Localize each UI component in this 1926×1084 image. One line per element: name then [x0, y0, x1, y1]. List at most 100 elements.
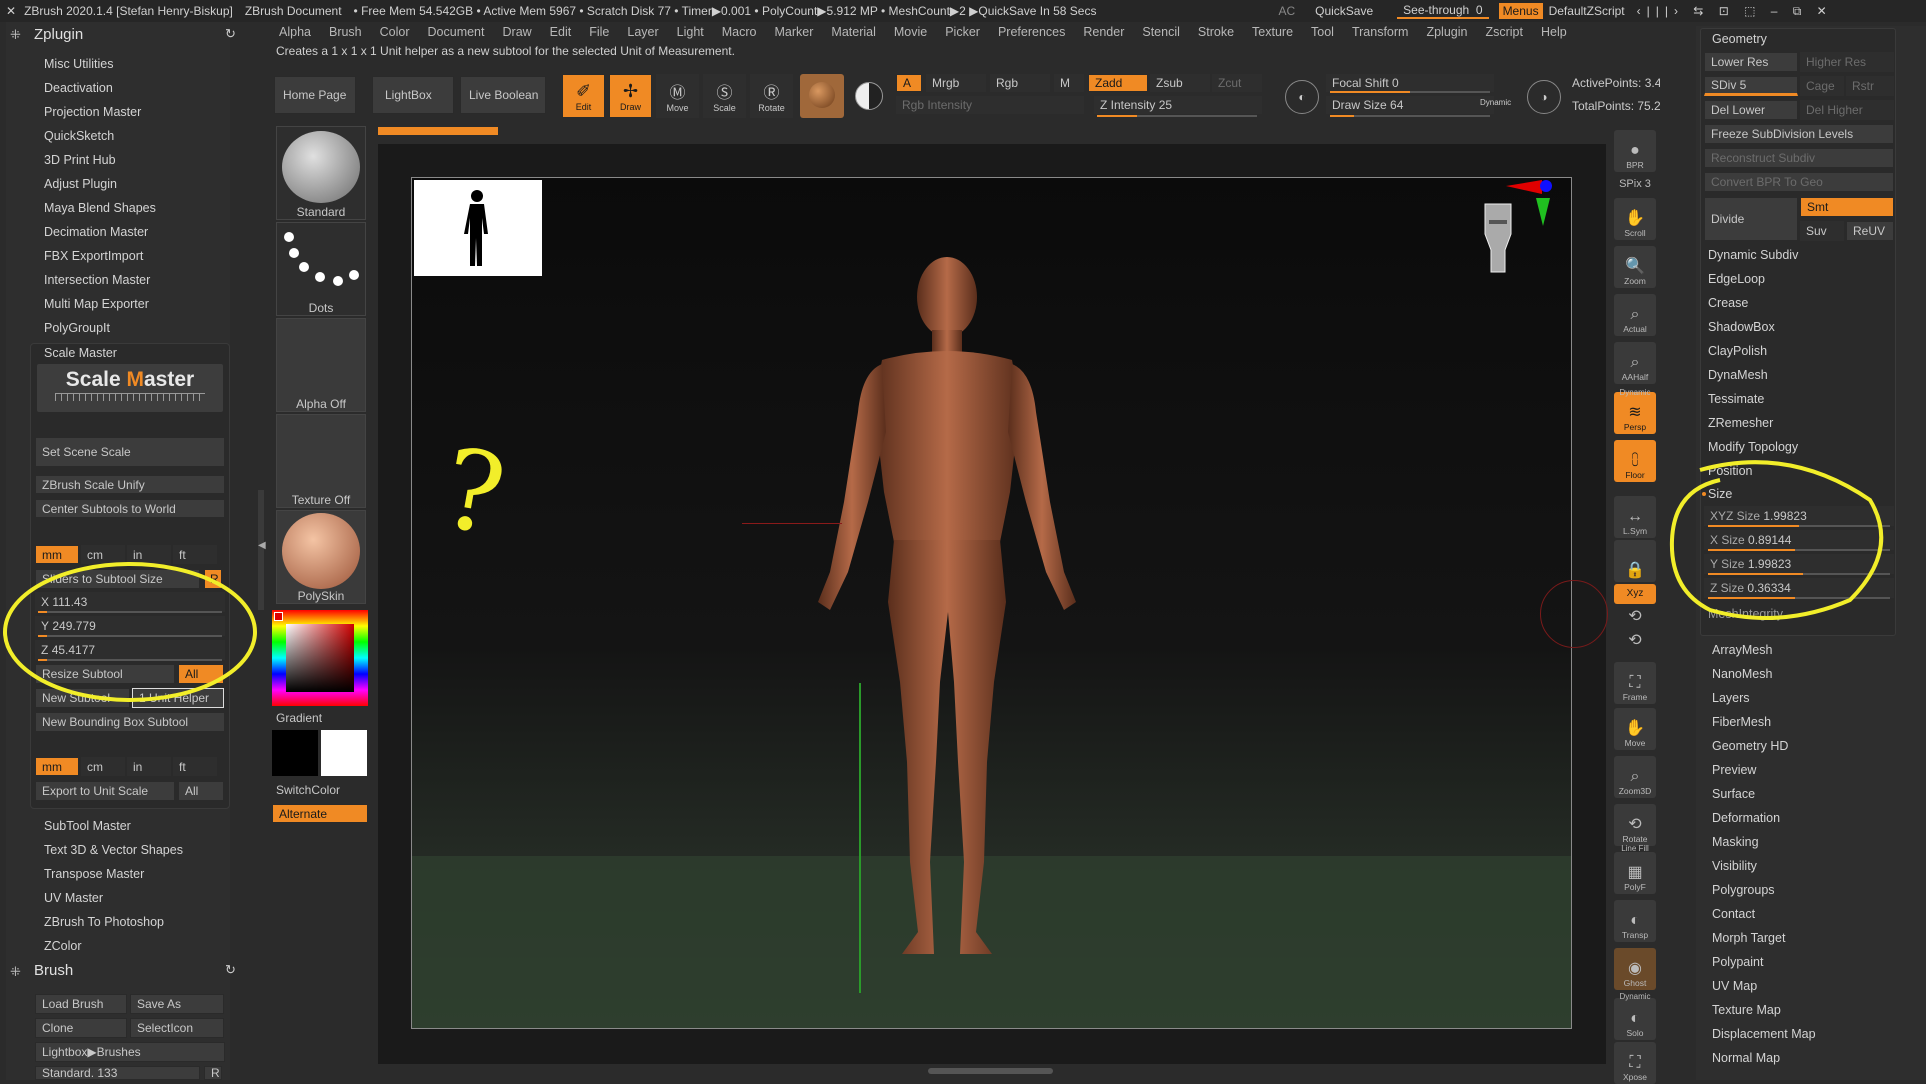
- geometry-item-polygroups[interactable]: Polygroups: [1712, 883, 1775, 897]
- geometry-item-masking[interactable]: Masking: [1712, 835, 1759, 849]
- frame-button[interactable]: ⛶ Frame: [1614, 662, 1656, 704]
- xyz-button[interactable]: Xyz: [1614, 584, 1656, 604]
- geometry-item-layers[interactable]: Layers: [1712, 691, 1750, 705]
- geometry-item-crease[interactable]: Crease: [1708, 296, 1748, 310]
- lightbox-button[interactable]: LightBox: [372, 76, 454, 114]
- tray-arrow-icon[interactable]: ◀: [258, 540, 266, 551]
- convert-bpr-button[interactable]: Convert BPR To Geo: [1704, 172, 1894, 192]
- spix-button[interactable]: SPix 3: [1614, 176, 1656, 194]
- menu-draw[interactable]: Draw: [494, 25, 541, 39]
- move-tool-button[interactable]: Ⓜ Move: [656, 74, 699, 118]
- plugin-item-maya-blend-shapes[interactable]: Maya Blend Shapes: [44, 201, 156, 215]
- menu-document[interactable]: Document: [419, 25, 494, 39]
- rotate-button[interactable]: ⟲ Rotate: [1614, 804, 1656, 846]
- export-unit-ft-button[interactable]: ft: [173, 757, 217, 776]
- main-color-swatch[interactable]: [272, 730, 318, 776]
- menu-macro[interactable]: Macro: [713, 25, 766, 39]
- ghost-button[interactable]: ◉ Ghost: [1614, 948, 1656, 990]
- live-boolean-button[interactable]: Live Boolean: [460, 76, 546, 114]
- menu-brush[interactable]: Brush: [320, 25, 371, 39]
- rgb-intensity-slider[interactable]: Rgb Intensity: [896, 96, 1084, 114]
- sdiv-slider[interactable]: SDiv 5: [1704, 76, 1798, 96]
- mrgb-button[interactable]: Mrgb: [926, 74, 986, 92]
- alternate-button[interactable]: Alternate: [272, 804, 368, 823]
- menu-light[interactable]: Light: [668, 25, 713, 39]
- zoom-button[interactable]: 🔍 Zoom: [1614, 246, 1656, 288]
- plugin-item-decimation-master[interactable]: Decimation Master: [44, 225, 148, 239]
- m-button[interactable]: M: [1054, 74, 1084, 92]
- geometry-item-deformation[interactable]: Deformation: [1712, 811, 1780, 825]
- geometry-item-uv-map[interactable]: UV Map: [1712, 979, 1757, 993]
- brush-refresh-icon[interactable]: ↻: [225, 962, 236, 978]
- ac-label[interactable]: AC: [1272, 4, 1301, 18]
- switch-color-button[interactable]: SwitchColor: [276, 783, 340, 797]
- geometry-item-displacement-map[interactable]: Displacement Map: [1712, 1027, 1816, 1041]
- menu-transform[interactable]: Transform: [1343, 25, 1418, 39]
- material-sphere-button[interactable]: [800, 74, 844, 118]
- move-button[interactable]: ✋ Move: [1614, 708, 1656, 750]
- geometry-item-nanomesh[interactable]: NanoMesh: [1712, 667, 1772, 681]
- menu-render[interactable]: Render: [1074, 25, 1133, 39]
- center-subtools-button[interactable]: Center Subtools to World: [35, 499, 225, 518]
- rstr-button[interactable]: Rstr: [1846, 76, 1894, 96]
- lsym-button[interactable]: ↔ L.Sym: [1614, 496, 1656, 538]
- higher-res-button[interactable]: Higher Res: [1800, 52, 1894, 72]
- focal-shift-slider[interactable]: Focal Shift 0: [1326, 74, 1494, 92]
- divide-button[interactable]: Divide: [1704, 197, 1798, 241]
- plugin-item-uv-master[interactable]: UV Master: [44, 891, 103, 905]
- a-button[interactable]: A: [896, 74, 922, 92]
- axis-gizmo-icon[interactable]: [1500, 178, 1560, 238]
- solo-button[interactable]: ◐ Solo: [1614, 998, 1656, 1040]
- reconstruct-subdiv-button[interactable]: Reconstruct Subdiv: [1704, 148, 1894, 168]
- color-swatch-icon[interactable]: [855, 82, 883, 110]
- export-to-unit-scale-button[interactable]: Export to Unit Scale: [35, 781, 175, 801]
- cage-button[interactable]: Cage: [1800, 76, 1844, 96]
- color-picker[interactable]: [272, 610, 368, 706]
- quicksave-button[interactable]: QuickSave: [1309, 4, 1379, 18]
- plugin-item-transpose-master[interactable]: Transpose Master: [44, 867, 144, 881]
- plugin-item-fbx-exportimport[interactable]: FBX ExportImport: [44, 249, 143, 263]
- menu-picker[interactable]: Picker: [936, 25, 989, 39]
- brush-r-button[interactable]: R: [204, 1066, 222, 1080]
- bpr-button[interactable]: ● BPR: [1614, 130, 1656, 172]
- transp-button[interactable]: ◐ Transp: [1614, 900, 1656, 942]
- dynamic-label[interactable]: Dynamic: [1480, 98, 1511, 107]
- brush-palette-title[interactable]: Brush: [34, 962, 73, 979]
- suv-button[interactable]: Suv: [1800, 221, 1844, 241]
- del-lower-button[interactable]: Del Lower: [1704, 100, 1798, 120]
- plugin-item-zbrush-to-photoshop[interactable]: ZBrush To Photoshop: [44, 915, 164, 929]
- geometry-item-normal-map[interactable]: Normal Map: [1712, 1051, 1780, 1065]
- menu-texture[interactable]: Texture: [1243, 25, 1302, 39]
- plugin-item-misc-utilities[interactable]: Misc Utilities: [44, 57, 113, 71]
- geometry-item-visibility[interactable]: Visibility: [1712, 859, 1757, 873]
- secondary-color-swatch[interactable]: [321, 730, 367, 776]
- freeze-subdivision-button[interactable]: Freeze SubDivision Levels: [1704, 124, 1894, 144]
- persp-button[interactable]: ≋ Persp: [1614, 392, 1656, 434]
- plugin-item-adjust-plugin[interactable]: Adjust Plugin: [44, 177, 117, 191]
- rgb-button[interactable]: Rgb: [990, 74, 1050, 92]
- geometry-item-surface[interactable]: Surface: [1712, 787, 1755, 801]
- menu-color[interactable]: Color: [371, 25, 419, 39]
- export-unit-mm-button[interactable]: mm: [35, 757, 79, 776]
- document-canvas[interactable]: ?: [411, 177, 1572, 1029]
- menu-zplugin[interactable]: Zplugin: [1417, 25, 1476, 39]
- menu-alpha[interactable]: Alpha: [270, 25, 320, 39]
- stroke-d-icon[interactable]: ◑: [1527, 80, 1561, 114]
- geometry-item-preview[interactable]: Preview: [1712, 763, 1756, 777]
- menus-button[interactable]: Menus: [1498, 3, 1543, 19]
- zcut-button[interactable]: Zcut: [1212, 74, 1262, 92]
- plugin-item-text-3d-vector-shapes[interactable]: Text 3D & Vector Shapes: [44, 843, 183, 857]
- geometry-item-claypolish[interactable]: ClayPolish: [1708, 344, 1767, 358]
- smt-button[interactable]: Smt: [1800, 197, 1894, 217]
- geometry-item-dynamic-subdiv[interactable]: Dynamic Subdiv: [1708, 248, 1798, 262]
- clone-button[interactable]: Clone: [35, 1018, 127, 1038]
- default-zscript-button[interactable]: DefaultZScript: [1543, 4, 1631, 18]
- geometry-item-polypaint[interactable]: Polypaint: [1712, 955, 1763, 969]
- menu-movie[interactable]: Movie: [885, 25, 936, 39]
- home-page-button[interactable]: Home Page: [274, 76, 356, 114]
- human-model[interactable]: [782, 242, 1112, 982]
- plugin-item-quicksketch[interactable]: QuickSketch: [44, 129, 114, 143]
- set-scene-scale-button[interactable]: Set Scene Scale: [35, 437, 225, 467]
- actual-button[interactable]: ⌕ Actual: [1614, 294, 1656, 336]
- geometry-item-morph-target[interactable]: Morph Target: [1712, 931, 1785, 945]
